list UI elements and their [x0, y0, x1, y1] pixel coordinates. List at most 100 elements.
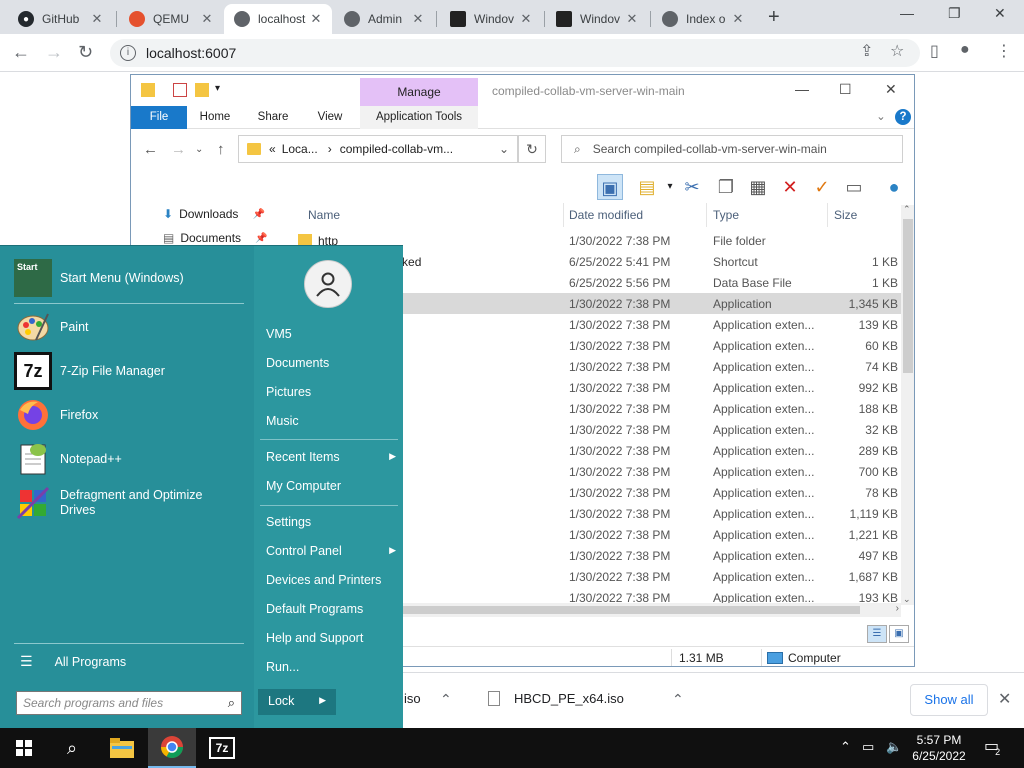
nav-downloads[interactable]: ⬇ Downloads 📌	[163, 207, 265, 221]
download-item[interactable]: iso	[404, 691, 421, 706]
breadcrumb-local[interactable]: Loca...	[282, 142, 318, 156]
bookmark-star-icon[interactable]: ☆	[890, 41, 904, 61]
minimize-icon[interactable]: —	[900, 5, 914, 21]
search-icon[interactable]: ⌕	[48, 728, 96, 768]
program-7zip[interactable]: 7z 7-Zip File Manager	[14, 352, 165, 390]
chevron-up-icon[interactable]: ⌃	[672, 691, 684, 708]
info-icon[interactable]: i	[120, 45, 136, 61]
refresh-button[interactable]: ↻	[518, 135, 546, 163]
pin-icon[interactable]: 📌	[255, 233, 267, 244]
all-programs-button[interactable]: ☰ All Programs	[20, 653, 126, 670]
close-icon[interactable]: ✕	[998, 689, 1011, 709]
scroll-down-icon[interactable]: ⌄	[903, 594, 911, 605]
new-folder-icon[interactable]	[195, 83, 209, 97]
vertical-scrollbar[interactable]: ⌃ ⌄	[901, 204, 914, 605]
large-icons-view-icon[interactable]: ▣	[889, 625, 909, 643]
place-recent-items[interactable]: Recent Items ▶	[266, 450, 396, 464]
recent-locations-icon[interactable]: ⌄	[195, 144, 203, 155]
pin-icon[interactable]: 📌	[252, 209, 264, 220]
program-notepadpp[interactable]: Notepad++	[14, 440, 122, 478]
start-button[interactable]	[0, 728, 48, 768]
copy-icon[interactable]: ❐	[713, 174, 739, 200]
restore-icon[interactable]: ❐	[948, 5, 961, 22]
user-avatar[interactable]	[304, 260, 352, 308]
scroll-right-icon[interactable]: ›	[896, 603, 899, 614]
notification-center-icon[interactable]: ▭2	[984, 736, 1004, 757]
start-search-input[interactable]: Search programs and files ⌕	[16, 691, 242, 715]
details-view-icon[interactable]: ☰	[867, 625, 887, 643]
close-icon[interactable]: ✕	[624, 11, 640, 27]
place-help-support[interactable]: Help and Support	[266, 631, 396, 645]
show-all-button[interactable]: Show all	[910, 684, 988, 716]
place-documents[interactable]: Documents	[266, 356, 396, 370]
power-options-arrow-icon[interactable]: ▶	[319, 695, 326, 706]
reload-button[interactable]: ↻	[78, 42, 93, 63]
program-firefox[interactable]: Firefox	[14, 396, 98, 434]
maximize-icon[interactable]: ☐	[839, 81, 852, 98]
minimize-icon[interactable]: —	[795, 81, 809, 97]
tab-share[interactable]: Share	[251, 106, 295, 129]
place-run[interactable]: Run...	[266, 660, 396, 674]
tab-localhost[interactable]: localhost ✕	[224, 4, 332, 34]
close-icon[interactable]: ✕	[518, 11, 534, 27]
taskbar-chrome[interactable]	[148, 728, 196, 768]
tab-view[interactable]: View	[309, 106, 351, 129]
close-icon[interactable]: ✕	[885, 81, 897, 98]
search-icon[interactable]: ⌕	[228, 695, 235, 711]
close-window-icon[interactable]: ✕	[994, 5, 1006, 22]
preview-pane-icon[interactable]: ▣	[597, 174, 623, 200]
place-vm5[interactable]: VM5	[266, 327, 396, 341]
place-my-computer[interactable]: My Computer	[266, 479, 396, 493]
program-paint[interactable]: Paint	[14, 308, 89, 346]
tab-windows-1[interactable]: Windov ✕	[440, 4, 542, 34]
tab-index[interactable]: Index o ✕	[652, 4, 754, 34]
back-button[interactable]: ←	[12, 42, 30, 63]
chevron-up-icon[interactable]: ⌃	[840, 739, 851, 755]
properties-icon[interactable]: ▭	[841, 174, 867, 200]
explorer-search-box[interactable]: ⌕ Search compiled-collab-vm-server-win-m…	[561, 135, 903, 163]
address-dropdown-icon[interactable]: ⌄	[499, 142, 509, 156]
download-item[interactable]: HBCD_PE_x64.iso	[488, 691, 624, 706]
close-icon[interactable]: ✕	[199, 11, 215, 27]
tab-admin[interactable]: Admin ✕	[334, 4, 434, 34]
program-defragment[interactable]: Defragment and Optimize Drives	[14, 484, 224, 522]
forward-button[interactable]: →	[171, 141, 186, 158]
new-tab-button[interactable]: +	[768, 6, 780, 29]
close-icon[interactable]: ✕	[410, 11, 426, 27]
manage-contextual-tab[interactable]: Manage	[360, 78, 478, 106]
place-settings[interactable]: Settings	[266, 515, 396, 529]
up-button[interactable]: ↑	[217, 141, 225, 158]
place-devices-printers[interactable]: Devices and Printers	[266, 573, 396, 587]
place-control-panel[interactable]: Control Panel ▶	[266, 544, 396, 558]
scrollbar-thumb[interactable]	[903, 219, 913, 373]
taskbar-7zip[interactable]: 7z	[198, 728, 246, 768]
customize-quick-access-icon[interactable]: ▾	[215, 83, 229, 97]
side-panel-icon[interactable]: ▯	[930, 41, 939, 61]
breadcrumb-overflow[interactable]: «	[269, 142, 276, 156]
paste-icon[interactable]: ▦	[745, 174, 771, 200]
tab-application-tools[interactable]: Application Tools	[360, 106, 478, 129]
tab-home[interactable]: Home	[193, 106, 237, 129]
column-type[interactable]: Type	[707, 203, 828, 227]
close-icon[interactable]: ✕	[308, 11, 324, 27]
program-start-menu-windows[interactable]: Start Start Menu (Windows)	[14, 259, 184, 297]
volume-icon[interactable]: 🔈	[886, 739, 902, 755]
tab-qemu[interactable]: QEMU ✕	[119, 4, 223, 34]
tab-file[interactable]: File	[131, 106, 187, 129]
properties-icon[interactable]	[173, 83, 187, 97]
rename-check-icon[interactable]: ✓	[809, 174, 835, 200]
address-bar[interactable]: i localhost:6007	[110, 39, 920, 67]
lock-button[interactable]: Lock ▶	[258, 689, 336, 715]
place-music[interactable]: Music	[266, 414, 396, 428]
delete-icon[interactable]: ✕	[777, 174, 803, 200]
help-icon[interactable]: ?	[895, 109, 911, 125]
place-default-programs[interactable]: Default Programs	[266, 602, 396, 616]
back-button[interactable]: ←	[143, 141, 158, 158]
taskbar-clock[interactable]: 5:57 PM 6/25/2022	[906, 732, 972, 764]
network-icon[interactable]: ▭	[862, 739, 874, 755]
expand-ribbon-icon[interactable]: ⌄	[873, 106, 889, 129]
explorer-address-box[interactable]: « Loca... › compiled-collab-vm... ⌄	[238, 135, 518, 163]
column-date-modified[interactable]: Date modified	[563, 203, 707, 227]
nav-documents[interactable]: ▤ Documents 📌	[163, 231, 268, 245]
menu-kebab-icon[interactable]: ⋮	[996, 41, 1012, 61]
